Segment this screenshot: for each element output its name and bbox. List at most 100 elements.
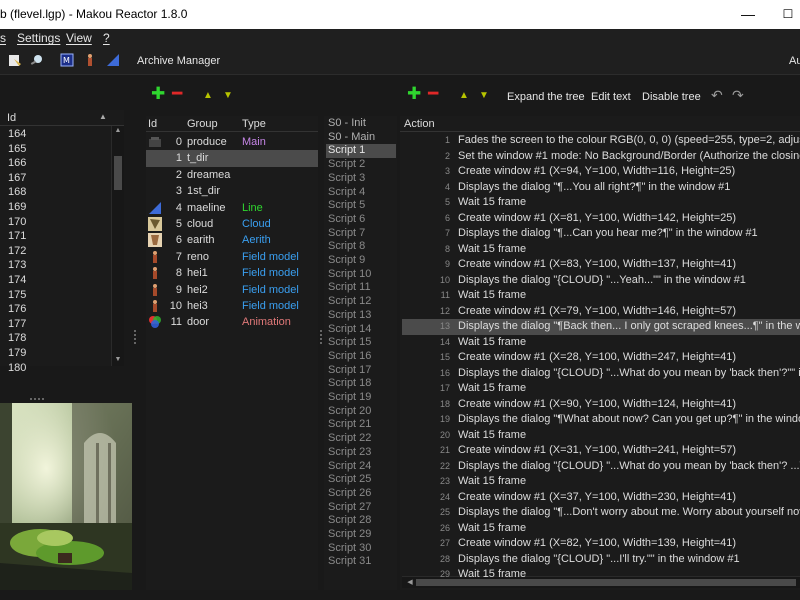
expand-tree-button[interactable]: Expand the tree — [507, 91, 585, 103]
groups-col-type[interactable]: Type — [242, 118, 266, 130]
scroll-up-icon[interactable]: ▲ — [112, 127, 124, 134]
action-row[interactable]: 29 Wait 15 frame — [402, 567, 800, 583]
script-item[interactable]: Script 4 — [326, 186, 396, 200]
action-row[interactable]: 16 Displays the dialog "{CLOUD} "...What … — [402, 366, 800, 382]
remove-command-icon[interactable]: ━ — [428, 84, 438, 104]
add-command-icon[interactable]: ✚ — [407, 84, 421, 104]
script-item[interactable]: Script 23 — [326, 446, 396, 460]
script-item[interactable]: Script 8 — [326, 240, 396, 254]
script-item[interactable]: Script 13 — [326, 309, 396, 323]
script-item[interactable]: Script 11 — [326, 281, 396, 295]
action-row[interactable]: 17 Wait 15 frame — [402, 381, 800, 397]
group-row-maeline[interactable]: 4 maeline Line — [146, 200, 318, 216]
add-group-icon[interactable]: ✚ — [151, 84, 165, 104]
script-item[interactable]: Script 29 — [326, 528, 396, 542]
menu-help[interactable]: ? — [103, 31, 110, 45]
script-item[interactable]: S0 - Main — [326, 131, 396, 145]
menu-file[interactable]: s — [0, 31, 6, 45]
redo-icon[interactable]: ↷ — [732, 87, 744, 104]
script-item[interactable]: Script 7 — [326, 227, 396, 241]
script-item[interactable]: Script 1 — [326, 144, 396, 159]
action-row[interactable]: 26 Wait 15 frame — [402, 521, 800, 537]
script-item[interactable]: Script 31 — [326, 555, 396, 569]
script-item[interactable]: Script 25 — [326, 473, 396, 487]
left-list-scrollbar[interactable]: ▲ ▼ — [111, 126, 124, 366]
script-item[interactable]: Script 30 — [326, 542, 396, 556]
action-row[interactable]: 25 Displays the dialog "¶...Don't worry a… — [402, 505, 800, 521]
script-item[interactable]: Script 5 — [326, 199, 396, 213]
action-row[interactable]: 8 Wait 15 frame — [402, 242, 800, 258]
script-item[interactable]: Script 16 — [326, 350, 396, 364]
archive-manager-button[interactable]: Archive Manager — [137, 55, 220, 67]
action-row[interactable]: 14 Wait 15 frame — [402, 335, 800, 351]
search-icon[interactable] — [30, 53, 44, 67]
action-row[interactable]: 24 Create window #1 (X=37, Y=100, Width=2… — [402, 490, 800, 506]
toolbar-right-label[interactable]: Au — [789, 55, 800, 67]
action-row[interactable]: 12 Create window #1 (X=79, Y=100, Width=1… — [402, 304, 800, 320]
script-item[interactable]: Script 10 — [326, 268, 396, 282]
scroll-thumb[interactable] — [114, 156, 122, 190]
groups-col-id[interactable]: Id — [148, 118, 157, 130]
move-group-up-icon[interactable]: ▲ — [203, 90, 213, 101]
left-list-item[interactable]: 180 — [8, 362, 26, 378]
action-row[interactable]: 21 Create window #1 (X=31, Y=100, Width=2… — [402, 443, 800, 459]
action-row[interactable]: 23 Wait 15 frame — [402, 474, 800, 490]
action-row[interactable]: 27 Create window #1 (X=82, Y=100, Width=1… — [402, 536, 800, 552]
script-item[interactable]: Script 24 — [326, 460, 396, 474]
script-item[interactable]: Script 3 — [326, 172, 396, 186]
character-icon[interactable] — [83, 53, 97, 67]
action-row[interactable]: 22 Displays the dialog "{CLOUD} "...What … — [402, 459, 800, 475]
group-row-door[interactable]: 11 door Animation — [146, 314, 318, 330]
splitter-grip-vertical[interactable] — [134, 330, 137, 344]
script-item[interactable]: Script 21 — [326, 418, 396, 432]
script-item[interactable]: Script 15 — [326, 336, 396, 350]
action-row[interactable]: 6 Create window #1 (X=81, Y=100, Width=14… — [402, 211, 800, 227]
action-row[interactable]: 4 Displays the dialog "¶...You all right?… — [402, 180, 800, 196]
edit-text-button[interactable]: Edit text — [591, 91, 631, 103]
left-list-header[interactable]: Id ▲ — [0, 110, 124, 126]
script-item[interactable]: Script 2 — [326, 158, 396, 172]
script-item[interactable]: Script 19 — [326, 391, 396, 405]
script-item[interactable]: Script 22 — [326, 432, 396, 446]
scroll-down-icon[interactable]: ▼ — [112, 356, 124, 363]
minimize-button[interactable]: — — [728, 0, 768, 29]
script-item[interactable]: Script 14 — [326, 323, 396, 337]
action-row[interactable]: 5 Wait 15 frame — [402, 195, 800, 211]
disable-tree-button[interactable]: Disable tree — [642, 91, 701, 103]
splitter-grip-vertical-2[interactable] — [320, 330, 323, 344]
group-row-hei2[interactable]: 9 hei2 Field model — [146, 282, 318, 298]
action-row[interactable]: 9 Create window #1 (X=83, Y=100, Width=13… — [402, 257, 800, 273]
menu-settings[interactable]: Settings — [17, 31, 60, 45]
action-row[interactable]: 2 Set the window #1 mode: No Background/B… — [402, 149, 800, 165]
move-group-down-icon[interactable]: ▼ — [223, 90, 233, 101]
action-row[interactable]: 13 Displays the dialog "¶Back then... I o… — [402, 319, 800, 335]
group-row-earith[interactable]: 6 earith Aerith — [146, 232, 318, 248]
action-row[interactable]: 11 Wait 15 frame — [402, 288, 800, 304]
remove-group-icon[interactable]: ━ — [172, 84, 182, 104]
script-item[interactable]: Script 26 — [326, 487, 396, 501]
action-row[interactable]: 19 Displays the dialog "¶What about now? … — [402, 412, 800, 428]
group-row-produce[interactable]: 0 produce Main — [146, 134, 318, 150]
action-row[interactable]: 20 Wait 15 frame — [402, 428, 800, 444]
group-row-reno[interactable]: 7 reno Field model — [146, 249, 318, 265]
script-item[interactable]: S0 - Init — [326, 117, 396, 131]
groups-col-group[interactable]: Group — [187, 118, 218, 130]
group-row-cloud[interactable]: 5 cloud Cloud — [146, 216, 318, 232]
action-row[interactable]: 1 Fades the screen to the colour RGB(0, 0… — [402, 133, 800, 149]
script-item[interactable]: Script 20 — [326, 405, 396, 419]
group-row-t_dir[interactable]: 1 t_dir — [146, 150, 318, 167]
script-item[interactable]: Script 6 — [326, 213, 396, 227]
script-item[interactable]: Script 9 — [326, 254, 396, 268]
action-row[interactable]: 18 Create window #1 (X=90, Y=100, Width=1… — [402, 397, 800, 413]
group-row-dreamea[interactable]: 2 dreamea — [146, 167, 318, 183]
action-header[interactable]: Action — [400, 116, 800, 132]
open-file-icon[interactable] — [8, 53, 22, 67]
script-item[interactable]: Script 27 — [326, 501, 396, 515]
move-command-up-icon[interactable]: ▲ — [459, 90, 469, 101]
action-row[interactable]: 15 Create window #1 (X=28, Y=100, Width=2… — [402, 350, 800, 366]
menu-view[interactable]: View — [66, 31, 92, 45]
script-item[interactable]: Script 12 — [326, 295, 396, 309]
action-row[interactable]: 7 Displays the dialog "¶...Can you hear m… — [402, 226, 800, 242]
model-icon[interactable]: M — [60, 53, 74, 67]
maximize-button[interactable]: ☐ — [768, 0, 800, 29]
